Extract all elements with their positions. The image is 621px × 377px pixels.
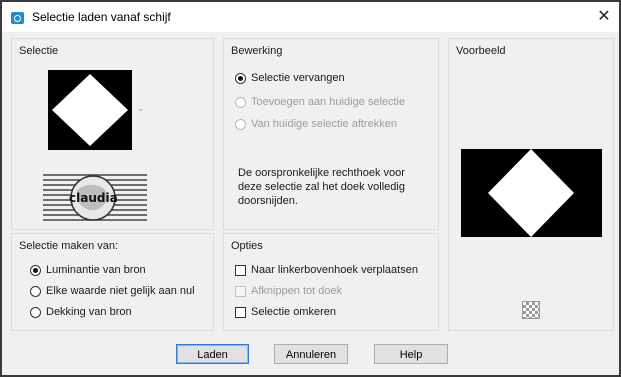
dropdown-arrow-icon[interactable]: ⌄ [137,103,145,114]
radio-circle[interactable] [30,264,41,276]
voorbeeld-panel: Voorbeeld [448,38,614,331]
info-text: De oorspronkelijke rechthoek voor deze s… [238,167,405,207]
app-icon [11,12,24,24]
svg-text:claudia: claudia [69,191,118,205]
radio-label: Elke waarde niet gelijk aan nul [46,285,195,297]
radio-circle [235,96,246,108]
radio-label: Van huidige selectie aftrekken [251,118,397,130]
opties-panel: Opties Naar linkerbovenhoek verplaatsen … [223,233,439,331]
radio-selectie-vervangen[interactable]: Selectie vervangen [235,72,345,84]
radio-label: Toevoegen aan huidige selectie [251,96,406,108]
radio-circle[interactable] [30,285,41,297]
selectie-maken-title: Selectie maken van: [19,240,119,252]
bewerking-panel-title: Bewerking [231,45,283,57]
close-button[interactable]: ✕ [595,8,613,26]
checkbox-box [235,285,246,297]
radio-label: Luminantie van bron [46,264,146,276]
radio-circle[interactable] [30,306,41,318]
opties-panel-title: Opties [231,240,263,252]
checkbox-afknippen: Afknippen tot doek [235,285,342,297]
load-button[interactable]: Laden [176,344,249,364]
selectie-panel-title: Selectie [19,45,59,57]
dialog-window: Selectie laden vanaf schijf ✕ Selectie ⌄ [0,0,621,377]
checkbox-omkeren[interactable]: Selectie omkeren [235,306,336,318]
radio-label: Selectie vervangen [251,72,345,84]
selectie-panel: Selectie ⌄ claudia [11,38,214,230]
radio-circle[interactable] [235,72,246,84]
radio-dekking[interactable]: Dekking van bron [30,306,132,318]
checkbox-label: Afknippen tot doek [251,285,343,297]
selectie-maken-panel: Selectie maken van: Luminantie van bron … [11,233,214,331]
selection-thumbnail[interactable] [48,70,132,150]
voorbeeld-panel-title: Voorbeeld [456,45,506,57]
radio-circle [235,118,246,130]
checkbox-box[interactable] [235,306,246,318]
radio-luminantie[interactable]: Luminantie van bron [30,264,146,276]
diamond-selection-image [52,74,128,146]
checkbox-label: Naar linkerbovenhoek verplaatsen [251,264,418,276]
cancel-button[interactable]: Annuleren [274,344,348,364]
checkbox-linkerbovenhoek[interactable]: Naar linkerbovenhoek verplaatsen [235,264,418,276]
help-button[interactable]: Help [374,344,448,364]
diamond-preview-image [488,149,574,237]
checkbox-box[interactable] [235,264,246,276]
radio-toevoegen: Toevoegen aan huidige selectie [235,96,405,108]
radio-elke-waarde[interactable]: Elke waarde niet gelijk aan nul [30,285,195,297]
radio-label: Dekking van bron [46,306,132,318]
window-title: Selectie laden vanaf schijf [32,10,171,24]
preview-canvas [461,149,602,237]
title-bar: Selectie laden vanaf schijf ✕ [2,2,619,32]
checkerboard-icon[interactable] [522,301,540,319]
checkbox-label: Selectie omkeren [251,306,336,318]
watermark-logo: claudia [43,174,147,221]
radio-aftrekken: Van huidige selectie aftrekken [235,118,397,130]
bewerking-panel: Bewerking Selectie vervangen Toevoegen a… [223,38,439,230]
